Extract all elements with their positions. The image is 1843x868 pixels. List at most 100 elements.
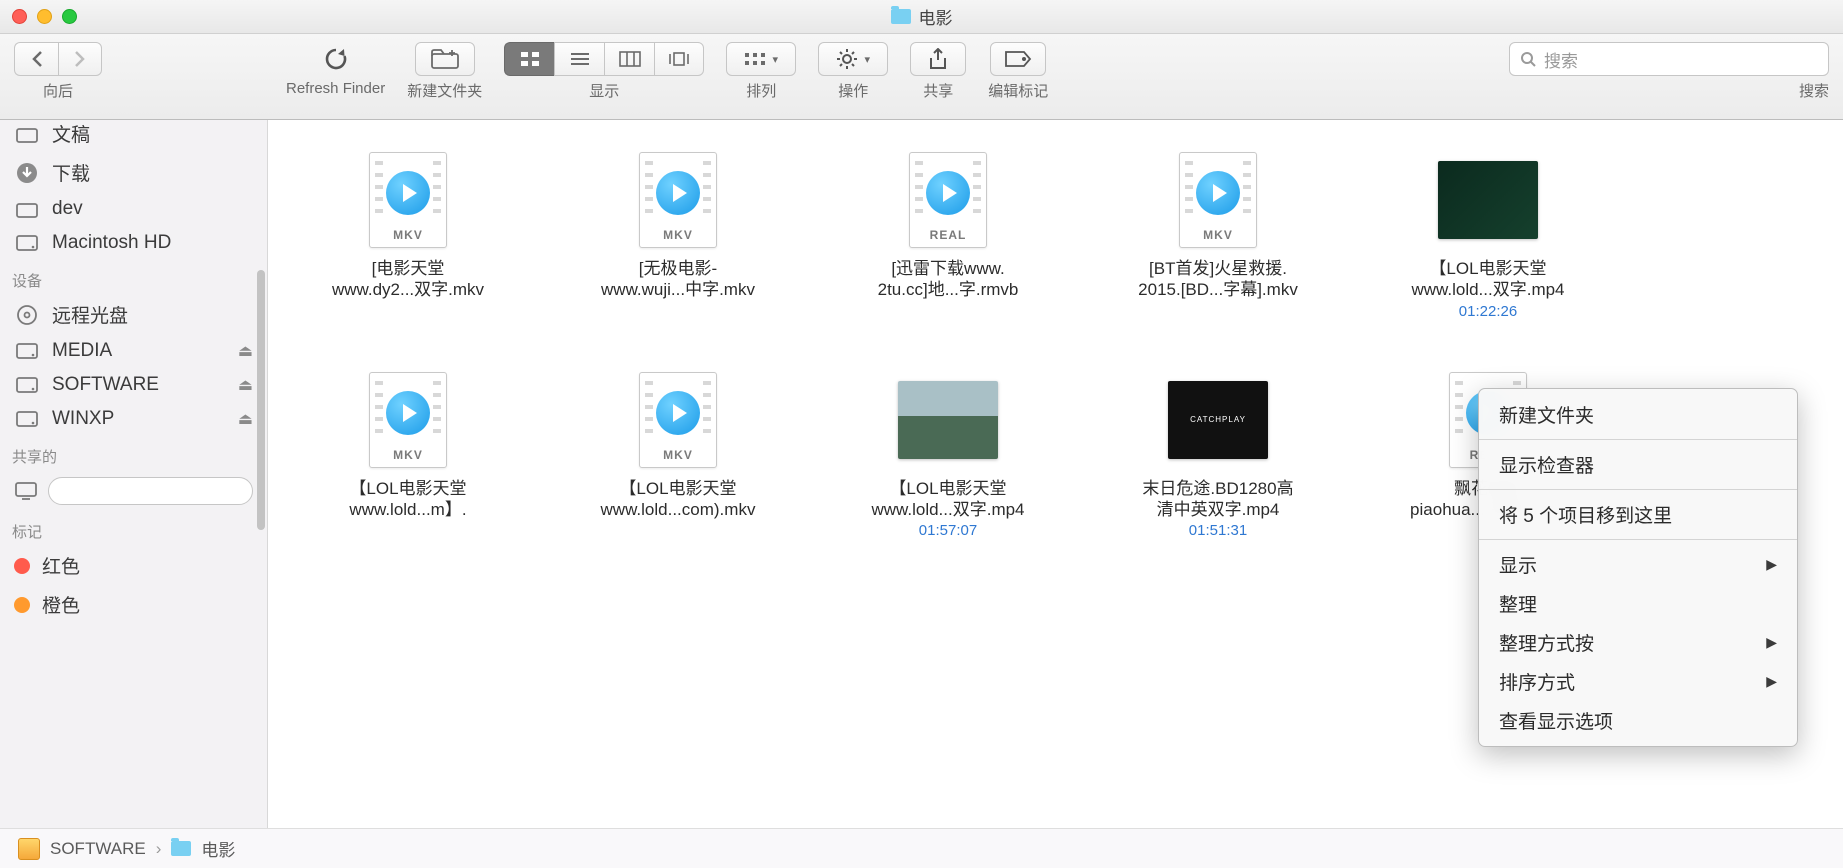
tags-group: 编辑标记: [988, 42, 1048, 101]
context-menu-label: 整理方式按: [1499, 629, 1594, 656]
action-button[interactable]: ▾: [818, 42, 888, 76]
view-label: 显示: [589, 80, 619, 101]
context-menu-label: 整理: [1499, 590, 1537, 617]
context-menu-separator: [1479, 439, 1797, 440]
context-menu-item[interactable]: 新建文件夹: [1479, 395, 1797, 434]
disc-icon: [14, 304, 40, 326]
context-menu-item[interactable]: 将 5 个项目移到这里: [1479, 495, 1797, 534]
path-drive[interactable]: SOFTWARE: [50, 839, 146, 859]
new-folder-button[interactable]: [415, 42, 475, 76]
sidebar-tag[interactable]: 红色: [0, 546, 267, 585]
sidebar-shared-item[interactable]: [0, 471, 267, 511]
share-button[interactable]: [910, 42, 966, 76]
view-icons-button[interactable]: [504, 42, 554, 76]
folder-icon: [171, 841, 191, 856]
context-menu-item[interactable]: 显示 ▶: [1479, 545, 1797, 584]
file-thumbnail: MKV: [1168, 150, 1268, 250]
sidebar-item-label: MEDIA: [52, 340, 112, 362]
chevron-right-icon: ▶: [1766, 634, 1777, 651]
share-icon: [928, 48, 948, 70]
sidebar-device[interactable]: 远程光盘: [0, 295, 267, 334]
sidebar-item[interactable]: Macintosh HD: [0, 226, 267, 260]
download-icon: [14, 162, 40, 184]
tag-icon: [1004, 50, 1032, 68]
file-name: 【LOL电影天堂www.lold...双字.mp4: [1411, 258, 1564, 301]
chevron-down-icon: ▾: [864, 53, 870, 66]
sidebar-device[interactable]: MEDIA ⏏: [0, 334, 267, 368]
sidebar-tags-header: 标记: [0, 511, 267, 546]
context-menu-label: 新建文件夹: [1499, 401, 1594, 428]
eject-icon[interactable]: ⏏: [238, 409, 253, 429]
file-thumbnail: MKV: [358, 150, 458, 250]
view-list-button[interactable]: [554, 42, 604, 76]
context-menu-item[interactable]: 查看显示选项: [1479, 701, 1797, 740]
drive-icon: [18, 838, 40, 860]
context-menu-item[interactable]: 整理: [1479, 584, 1797, 623]
file-item[interactable]: 【LOL电影天堂www.lold...双字.mp4 01:22:26: [1388, 150, 1588, 320]
file-thumbnail: MKV: [628, 150, 728, 250]
file-thumbnail: REAL: [898, 150, 998, 250]
sidebar-devices-header: 设备: [0, 260, 267, 295]
sidebar-item-label: 远程光盘: [52, 301, 128, 328]
context-menu-item[interactable]: 显示检查器: [1479, 445, 1797, 484]
path-separator: ›: [156, 839, 162, 859]
search-input[interactable]: 搜索: [1509, 42, 1829, 76]
file-thumbnail: CATCHPLAY: [1168, 370, 1268, 470]
context-menu-item[interactable]: 整理方式按 ▶: [1479, 623, 1797, 662]
file-name: [BT首发]火星救援.2015.[BD...字幕].mkv: [1138, 258, 1298, 301]
file-item[interactable]: REAL [迅雷下载www.2tu.cc]地...字.rmvb: [848, 150, 1048, 320]
sidebar-item[interactable]: 下载: [0, 153, 267, 192]
body: 文稿下载devMacintosh HD 设备 远程光盘MEDIA⏏SOFTWAR…: [0, 120, 1843, 828]
sidebar-device[interactable]: SOFTWARE⏏: [0, 368, 267, 402]
refresh-button[interactable]: [308, 42, 364, 76]
file-name: [迅雷下载www.2tu.cc]地...字.rmvb: [878, 258, 1019, 301]
sidebar-item-label: 文稿: [52, 120, 90, 147]
file-item[interactable]: MKV[无极电影-www.wuji...中字.mkv: [578, 150, 778, 320]
file-item[interactable]: MKV【LOL电影天堂www.lold...m】.: [308, 370, 508, 540]
path-folder[interactable]: 电影: [201, 836, 235, 861]
sidebar-device[interactable]: WINXP⏏: [0, 402, 267, 436]
file-item[interactable]: MKV[电影天堂www.dy2...双字.mkv: [308, 150, 508, 320]
file-duration: 01:22:26: [1459, 303, 1517, 320]
context-menu-label: 显示检查器: [1499, 451, 1594, 478]
file-item[interactable]: 【LOL电影天堂www.lold...双字.mp401:57:07: [848, 370, 1048, 540]
refresh-label: Refresh Finder: [286, 80, 385, 97]
sidebar-item[interactable]: 文稿: [0, 120, 267, 153]
file-item[interactable]: MKV【LOL电影天堂www.lold...com).mkv: [578, 370, 778, 540]
arrange-button[interactable]: ▾: [726, 42, 796, 76]
action-label: 操作: [838, 80, 868, 101]
eject-icon[interactable]: ⏏: [238, 375, 253, 395]
sidebar-tag[interactable]: 橙色: [0, 585, 267, 624]
edit-tags-button[interactable]: [990, 42, 1046, 76]
sidebar-item-label: 红色: [42, 552, 80, 579]
view-coverflow-button[interactable]: [654, 42, 704, 76]
file-item[interactable]: MKV [BT首发]火星救援.2015.[BD...字幕].mkv: [1118, 150, 1318, 320]
arrange-group: ▾ 排列: [726, 42, 796, 101]
back-button[interactable]: [14, 42, 58, 76]
context-menu-separator: [1479, 539, 1797, 540]
zoom-window-button[interactable]: [62, 9, 77, 24]
window-title: 电影: [891, 4, 953, 29]
nav-group: 向后: [14, 42, 102, 101]
folder-icon: [14, 123, 40, 145]
path-bar: SOFTWARE › 电影: [0, 828, 1843, 868]
close-window-button[interactable]: [12, 9, 27, 24]
file-item[interactable]: CATCHPLAY末日危途.BD1280高清中英双字.mp401:51:31: [1118, 370, 1318, 540]
context-menu-item[interactable]: 排序方式▶: [1479, 662, 1797, 701]
minimize-window-button[interactable]: [37, 9, 52, 24]
context-menu-label: 显示: [1499, 551, 1537, 578]
titlebar: 电影: [0, 0, 1843, 34]
view-columns-button[interactable]: [604, 42, 654, 76]
forward-button[interactable]: [58, 42, 102, 76]
file-name: 【LOL电影天堂www.lold...双字.mp4: [871, 478, 1024, 521]
eject-icon[interactable]: ⏏: [238, 341, 253, 361]
sidebar-item[interactable]: dev: [0, 192, 267, 226]
newfolder-label: 新建文件夹: [407, 80, 482, 101]
sidebar-scrollbar[interactable]: [255, 120, 265, 828]
sidebar-item-label: 橙色: [42, 591, 80, 618]
share-group: 共享: [910, 42, 966, 101]
content-area[interactable]: MKV[电影天堂www.dy2...双字.mkv MKV[无极电影-www.wuj…: [268, 120, 1843, 828]
chevron-right-icon: ▶: [1766, 556, 1777, 573]
file-name: 【LOL电影天堂www.lold...m】.: [349, 478, 466, 521]
shared-name-field[interactable]: [48, 477, 253, 505]
